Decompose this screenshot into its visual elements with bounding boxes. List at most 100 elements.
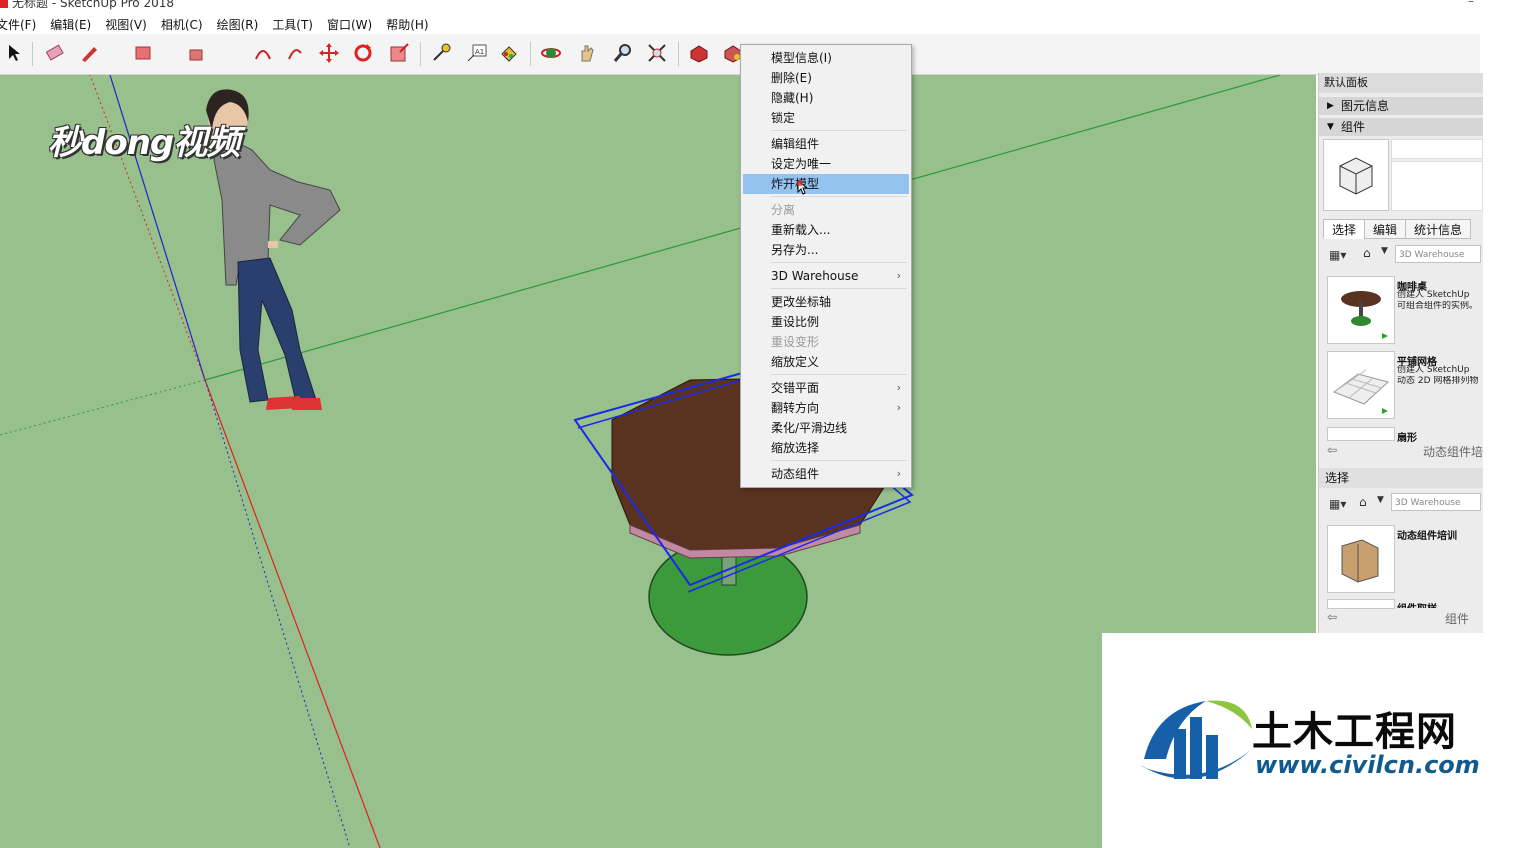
video-watermark: 秒dong视频 <box>48 123 240 163</box>
offset-tool-icon[interactable] <box>284 42 306 64</box>
menu-window[interactable]: 窗口(W) <box>323 16 376 33</box>
component-name-field[interactable] <box>1391 139 1483 159</box>
menu-item-zoom-selection[interactable]: 缩放选择 <box>743 438 909 458</box>
menu-item-soften-edges[interactable]: 柔化/平滑边线 <box>743 418 909 438</box>
component-thumbnail-sector[interactable] <box>1327 427 1395 441</box>
menu-item-dynamic-components[interactable]: 动态组件 › <box>743 464 909 484</box>
menu-item-scale-definition[interactable]: 缩放定义 <box>743 352 909 372</box>
component-desc-line: 动态 2D 网格排列物 <box>1397 376 1479 386</box>
select-tool-icon[interactable] <box>4 42 26 64</box>
menu-item-explode[interactable]: 炸开模型 <box>743 174 909 195</box>
collection-label: 组件 <box>1445 612 1470 626</box>
collection-nav-row: ⇦ 组件 <box>1319 610 1483 628</box>
arc-tool-icon[interactable] <box>252 42 274 64</box>
eraser-tool-icon[interactable] <box>44 42 66 64</box>
context-menu: 模型信息(I) 删除(E) 隐藏(H) 锁定 编辑组件 设定为唯一 炸开模型 分… <box>740 44 912 488</box>
menu-camera[interactable]: 相机(C) <box>157 16 207 33</box>
tape-measure-tool-icon[interactable] <box>430 42 452 64</box>
menu-item-flip-along[interactable]: 翻转方向 › <box>743 398 909 418</box>
default-tray-panel: 默认面板 ▶ 图元信息 ▼ 组件 选择 编辑 统计信息 ▦▾ ⌂ ▼ 3D Ware… <box>1318 73 1483 633</box>
component-desc-line: 创建人 SketchUp <box>1397 290 1470 300</box>
menu-item-reset-scale[interactable]: 重设比例 <box>743 312 909 332</box>
pencil-tool-icon[interactable] <box>78 42 100 64</box>
component-title: 动态组件培训 <box>1397 531 1457 542</box>
menu-bar: 文件(F) 编辑(E) 视图(V) 相机(C) 绘图(R) 工具(T) 窗口(W… <box>0 14 1480 34</box>
back-arrow-icon[interactable]: ⇦ <box>1327 443 1337 457</box>
menu-edit[interactable]: 编辑(E) <box>46 16 95 33</box>
tray-components[interactable]: ▼ 组件 <box>1319 118 1483 136</box>
pushpull-tool-icon[interactable] <box>186 42 208 64</box>
component-preview <box>1323 139 1389 211</box>
rectangle-tool-icon[interactable] <box>132 42 154 64</box>
scale-tool-icon[interactable] <box>388 42 410 64</box>
menu-draw[interactable]: 绘图(R) <box>213 16 263 33</box>
svg-text:A1: A1 <box>475 48 484 56</box>
collection-label: 动态组件培 <box>1423 445 1484 459</box>
menu-file[interactable]: 文件(F) <box>0 16 40 33</box>
window-title-bar: 无标题 - SketchUp Pro 2018 – <box>0 0 1529 10</box>
dropdown-arrow-icon[interactable]: ▼ <box>1377 495 1384 505</box>
mouse-cursor-icon <box>797 180 809 195</box>
site-logo-overlay: 土木工程网 www.civilcn.com <box>1102 633 1529 848</box>
menu-item-detach: 分离 <box>771 203 796 217</box>
view-options-icon[interactable]: ▦▾ <box>1329 497 1346 511</box>
menu-item-reload[interactable]: 重新载入... <box>743 220 909 240</box>
rotate-tool-icon[interactable] <box>352 42 374 64</box>
tray-entity-info[interactable]: ▶ 图元信息 <box>1319 97 1483 115</box>
component-thumbnail-coffee-table[interactable] <box>1327 276 1395 344</box>
paint-bucket-tool-icon[interactable] <box>498 42 520 64</box>
tab-select[interactable]: 选择 <box>1323 219 1366 239</box>
home-icon[interactable]: ⌂ <box>1363 246 1371 260</box>
menu-item-change-axes[interactable]: 更改坐标轴 <box>743 292 909 312</box>
view-options-icon[interactable]: ▦▾ <box>1329 248 1346 262</box>
zoom-tool-icon[interactable] <box>612 42 634 64</box>
move-tool-icon[interactable] <box>318 42 340 64</box>
orbit-tool-icon[interactable] <box>540 42 562 64</box>
menu-item-lock[interactable]: 锁定 <box>743 108 909 128</box>
secondary-select-header[interactable]: 选择 <box>1319 468 1483 488</box>
menu-view[interactable]: 视图(V) <box>101 16 151 33</box>
warehouse-search-input-2[interactable]: 3D Warehouse <box>1391 493 1481 511</box>
menu-item-hide[interactable]: 隐藏(H) <box>743 88 909 108</box>
blue-axis-dashed <box>204 379 351 848</box>
component-description-field[interactable] <box>1391 161 1483 211</box>
window-minimize-button[interactable]: – <box>1468 0 1474 8</box>
components-tabs: 选择 编辑 统计信息 <box>1323 219 1472 239</box>
zoom-extents-tool-icon[interactable] <box>646 42 668 64</box>
tab-edit[interactable]: 编辑 <box>1364 219 1407 239</box>
menu-item-intersect-faces[interactable]: 交错平面 › <box>743 378 909 398</box>
collapse-triangle-icon: ▼ <box>1327 122 1334 132</box>
logo-chinese-text: 土木工程网 <box>1252 709 1457 755</box>
menu-item-make-unique[interactable]: 设定为唯一 <box>743 154 909 174</box>
menu-item-delete[interactable]: 删除(E) <box>743 68 909 88</box>
tab-statistics[interactable]: 统计信息 <box>1405 219 1472 239</box>
component-thumbnail-dc-training[interactable] <box>1327 525 1395 593</box>
menu-tools[interactable]: 工具(T) <box>268 16 317 33</box>
logo-url-text: www.civilcn.com <box>1255 751 1480 779</box>
civilcn-logo-icon <box>1140 700 1252 779</box>
green-axis-dashed <box>0 379 206 436</box>
component-cube-icon <box>1339 157 1373 195</box>
menu-item-save-as[interactable]: 另存为... <box>743 240 909 260</box>
dropdown-arrow-icon[interactable]: ▼ <box>1381 246 1388 256</box>
submenu-arrow-icon: › <box>896 381 901 394</box>
text-tool-icon[interactable]: A1 <box>466 42 488 64</box>
submenu-arrow-icon: › <box>896 467 901 480</box>
menu-help[interactable]: 帮助(H) <box>382 16 432 33</box>
home-icon[interactable]: ⌂ <box>1359 495 1367 509</box>
sketchup-app-icon <box>0 0 8 8</box>
component-desc-line: 创建人 SketchUp <box>1397 365 1470 375</box>
component-thumbnail-tile-grid[interactable] <box>1327 351 1395 419</box>
pan-tool-icon[interactable] <box>576 42 598 64</box>
menu-item-reset-skew: 重设变形 <box>771 335 820 349</box>
component-thumbnail-samples[interactable] <box>1327 599 1395 609</box>
submenu-arrow-icon: › <box>896 269 901 282</box>
back-arrow-icon[interactable]: ⇦ <box>1327 610 1337 624</box>
menu-item-model-info[interactable]: 模型信息(I) <box>743 48 909 68</box>
expand-triangle-icon: ▶ <box>1327 101 1334 111</box>
warehouse-tool-icon[interactable] <box>688 42 710 64</box>
component-title: 组件取样 <box>1397 600 1437 608</box>
warehouse-search-input[interactable]: 3D Warehouse <box>1395 245 1481 263</box>
menu-item-3d-warehouse[interactable]: 3D Warehouse › <box>743 266 909 286</box>
menu-item-edit-component[interactable]: 编辑组件 <box>743 134 909 154</box>
